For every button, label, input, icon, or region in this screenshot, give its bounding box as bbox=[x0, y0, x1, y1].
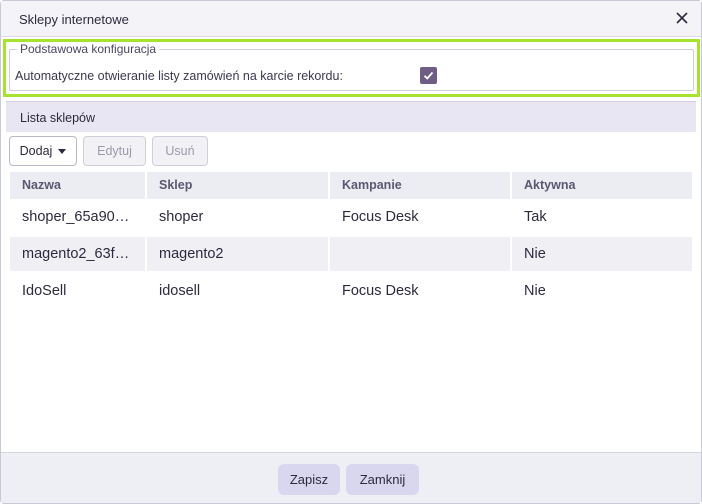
caret-down-icon bbox=[58, 148, 67, 154]
edit-button[interactable]: Edytuj bbox=[83, 136, 146, 166]
close-icon[interactable] bbox=[673, 9, 691, 27]
cell-active: Tak bbox=[524, 209, 547, 225]
cell-name: shoper_65a90… bbox=[22, 209, 130, 225]
table-header-row: Nazwa Sklep Kampanie Aktywna bbox=[10, 172, 692, 199]
shops-list-header: Lista sklepów bbox=[6, 101, 696, 132]
cell-campaign bbox=[330, 237, 510, 271]
cell-name: IdoSell bbox=[22, 283, 67, 299]
shops-dialog: Sklepy internetowe Podstawowa konfigurac… bbox=[0, 0, 702, 504]
table-row[interactable]: magento2_63f… magento2 Nie bbox=[10, 237, 692, 273]
cell-name: magento2_63f… bbox=[10, 237, 145, 271]
dialog-title: Sklepy internetowe bbox=[19, 12, 129, 27]
shops-list-title: Lista sklepów bbox=[20, 111, 96, 125]
cell-shop: magento2 bbox=[147, 237, 328, 271]
dialog-footer: Zapisz Zamknij bbox=[1, 452, 701, 503]
column-header-campaigns[interactable]: Kampanie bbox=[330, 172, 510, 199]
cell-active: Nie bbox=[512, 237, 692, 271]
checkmark-icon bbox=[423, 71, 434, 80]
shops-table: Nazwa Sklep Kampanie Aktywna shoper_65a9… bbox=[10, 172, 692, 310]
add-button[interactable]: Dodaj bbox=[9, 136, 77, 166]
close-button-label: Zamknij bbox=[359, 472, 406, 487]
column-header-active[interactable]: Aktywna bbox=[512, 172, 692, 199]
basic-config-legend: Podstawowa konfiguracja bbox=[17, 42, 160, 56]
auto-open-checkbox[interactable] bbox=[420, 67, 437, 84]
save-button[interactable]: Zapisz bbox=[278, 464, 340, 495]
save-button-label: Zapisz bbox=[289, 472, 329, 487]
close-button[interactable]: Zamknij bbox=[346, 464, 419, 495]
cell-campaign: Focus Desk bbox=[342, 283, 419, 299]
cell-active: Nie bbox=[524, 283, 546, 299]
table-row[interactable]: shoper_65a90… shoper Focus Desk Tak bbox=[10, 200, 692, 236]
column-header-name[interactable]: Nazwa bbox=[10, 172, 145, 199]
cell-shop: idosell bbox=[159, 283, 201, 299]
auto-open-label: Automatyczne otwieranie listy zamówień n… bbox=[15, 69, 343, 83]
delete-button[interactable]: Usuń bbox=[152, 136, 208, 166]
add-button-label: Dodaj bbox=[19, 144, 53, 158]
edit-button-label: Edytuj bbox=[97, 144, 132, 158]
basic-config-fieldset: Podstawowa konfiguracja Automatyczne otw… bbox=[3, 39, 700, 97]
cell-shop: shoper bbox=[159, 209, 204, 225]
delete-button-label: Usuń bbox=[165, 144, 195, 158]
dialog-titlebar: Sklepy internetowe bbox=[1, 1, 701, 37]
table-row[interactable]: IdoSell idosell Focus Desk Nie bbox=[10, 274, 692, 310]
cell-campaign: Focus Desk bbox=[342, 209, 419, 225]
column-header-shop[interactable]: Sklep bbox=[147, 172, 328, 199]
